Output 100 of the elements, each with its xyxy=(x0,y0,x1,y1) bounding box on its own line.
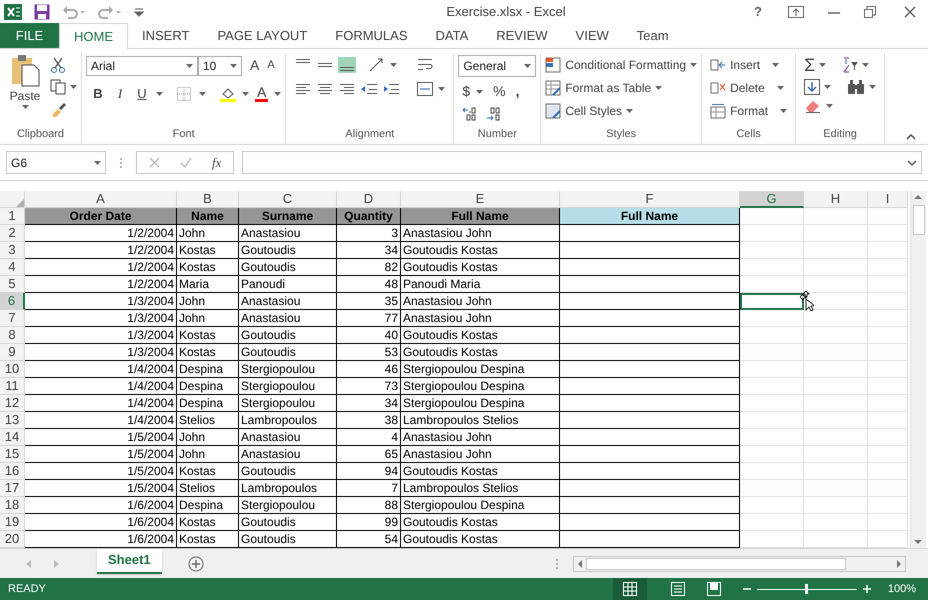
comma-button[interactable]: , xyxy=(516,81,520,102)
row-header[interactable]: 15 xyxy=(0,446,25,463)
caret-icon[interactable] xyxy=(819,63,826,67)
row-header[interactable]: 11 xyxy=(0,378,25,395)
caret-icon[interactable] xyxy=(690,63,698,67)
caret-icon[interactable] xyxy=(156,92,163,96)
cell-styles-button[interactable]: Cell Styles xyxy=(545,101,698,121)
caret-icon[interactable] xyxy=(862,63,870,67)
decrease-indent-icon[interactable] xyxy=(360,81,378,97)
caret-icon[interactable] xyxy=(780,109,788,113)
row-header[interactable]: 17 xyxy=(0,480,25,497)
row-header[interactable]: 3 xyxy=(0,242,25,259)
caret-icon[interactable] xyxy=(390,63,398,67)
percent-button[interactable]: % xyxy=(493,81,506,102)
insert-function-button[interactable]: fx xyxy=(212,152,222,172)
decrease-decimal-icon[interactable] xyxy=(486,106,502,122)
increase-decimal-icon[interactable] xyxy=(462,106,478,122)
row-header[interactable]: 6 xyxy=(0,293,25,310)
ribbon-tab[interactable]: HOME xyxy=(59,23,128,49)
caret-icon[interactable] xyxy=(22,105,28,109)
file-tab[interactable]: FILE xyxy=(0,23,59,48)
align-center-icon[interactable] xyxy=(316,81,334,97)
caret-icon[interactable] xyxy=(869,85,876,89)
row-header[interactable]: 20 xyxy=(0,531,25,548)
restore-icon[interactable] xyxy=(864,6,876,18)
caret-icon[interactable] xyxy=(772,63,780,67)
paste-button[interactable]: Paste xyxy=(4,53,46,126)
empty-cell[interactable] xyxy=(560,480,740,497)
eraser-icon[interactable] xyxy=(804,99,822,113)
more-options-icon[interactable] xyxy=(118,156,124,168)
binoculars-icon[interactable] xyxy=(847,79,866,95)
decrease-font-button[interactable]: A xyxy=(267,57,275,74)
column-header[interactable]: H xyxy=(804,191,868,208)
row-header[interactable]: 5 xyxy=(0,276,25,293)
empty-cell[interactable] xyxy=(560,327,740,344)
row-header[interactable]: 16 xyxy=(0,463,25,480)
fill-down-icon[interactable] xyxy=(804,79,820,95)
increase-font-button[interactable]: A xyxy=(250,55,260,76)
caret-icon[interactable] xyxy=(230,64,237,68)
font-color-button[interactable]: A xyxy=(255,85,268,102)
empty-cell[interactable] xyxy=(560,395,740,412)
empty-cell[interactable] xyxy=(560,293,740,310)
caret-icon[interactable] xyxy=(626,109,634,113)
empty-cell[interactable] xyxy=(560,242,740,259)
ribbon-tab[interactable]: REVIEW xyxy=(482,23,562,48)
empty-cell[interactable] xyxy=(560,361,740,378)
row-header[interactable]: 2 xyxy=(0,225,25,242)
row-header[interactable]: 18 xyxy=(0,497,25,514)
expand-icon[interactable] xyxy=(907,160,917,166)
empty-cell[interactable] xyxy=(560,344,740,361)
copy-icon[interactable] xyxy=(50,79,66,95)
row-header[interactable]: 9 xyxy=(0,344,25,361)
column-header[interactable]: C xyxy=(239,191,337,208)
scroll-thumb[interactable] xyxy=(912,205,924,235)
check-icon[interactable] xyxy=(180,157,192,168)
sheet-tab[interactable]: Sheet1 xyxy=(97,548,162,574)
currency-button[interactable]: $ xyxy=(462,81,470,102)
caret-icon[interactable] xyxy=(199,92,206,96)
font-style-button[interactable]: I xyxy=(112,84,128,104)
column-header[interactable]: B xyxy=(177,191,239,208)
delete-cells-button[interactable]: Delete xyxy=(710,78,788,98)
column-header[interactable]: F xyxy=(560,191,740,208)
row-header[interactable]: 13 xyxy=(0,412,25,429)
horizontal-scrollbar[interactable] xyxy=(573,556,906,572)
ribbon-display-icon[interactable] xyxy=(788,6,804,18)
caret-icon[interactable] xyxy=(476,90,484,94)
collapse-ribbon-icon[interactable] xyxy=(906,134,916,140)
ribbon-tab[interactable]: DATA xyxy=(422,23,482,48)
ribbon-tab[interactable]: Team xyxy=(622,23,683,48)
caret-icon[interactable] xyxy=(94,160,101,164)
font-size-dropdown[interactable]: 10 xyxy=(198,56,242,76)
row-header[interactable]: 10 xyxy=(0,361,25,378)
caret-icon[interactable] xyxy=(524,64,532,68)
wrap-text-icon[interactable] xyxy=(417,57,436,73)
empty-cell[interactable] xyxy=(560,429,740,446)
empty-cell[interactable] xyxy=(560,259,740,276)
page-break-icon[interactable] xyxy=(706,582,721,596)
help-button[interactable]: ? xyxy=(748,2,768,22)
bottom-align-icon[interactable] xyxy=(338,57,356,73)
brush-icon[interactable] xyxy=(50,101,66,117)
number-format-dropdown[interactable]: General xyxy=(458,55,536,77)
zoom-slider[interactable] xyxy=(756,583,857,595)
row-header[interactable]: 4 xyxy=(0,259,25,276)
caret-icon[interactable] xyxy=(438,87,446,91)
format-cells-button[interactable]: Format xyxy=(710,101,788,121)
close-icon[interactable] xyxy=(904,6,916,18)
column-header[interactable]: I xyxy=(868,191,908,208)
caret-icon[interactable] xyxy=(186,64,193,68)
caret-icon[interactable] xyxy=(655,86,662,90)
autosum-button[interactable]: Σ xyxy=(804,55,816,75)
font-style-button[interactable]: B xyxy=(90,84,106,104)
sort-filter-icon[interactable] xyxy=(842,56,858,74)
conditional-formatting-button[interactable]: Conditional Formatting xyxy=(545,55,698,75)
row-header[interactable]: 19 xyxy=(0,514,25,531)
align-left-icon[interactable] xyxy=(294,81,312,97)
format-as-table-button[interactable]: Format as Table xyxy=(545,78,698,98)
caret-icon[interactable] xyxy=(70,85,77,89)
add-sheet-icon[interactable] xyxy=(188,556,204,572)
empty-cell[interactable] xyxy=(560,463,740,480)
column-header[interactable]: A xyxy=(25,191,177,208)
